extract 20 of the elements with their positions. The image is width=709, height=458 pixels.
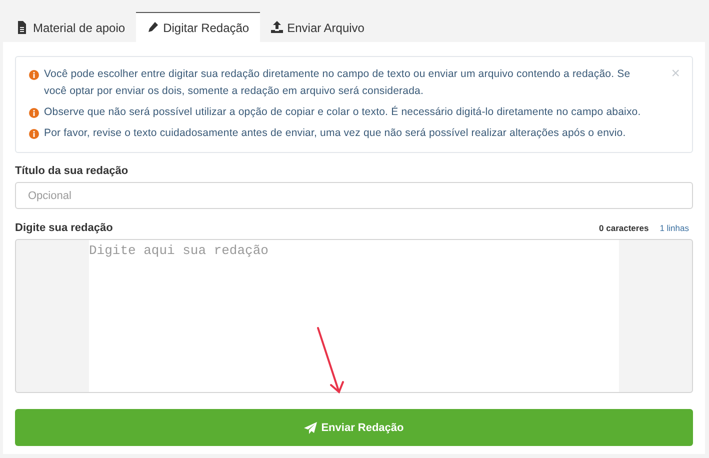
title-input[interactable]: Opcional [15, 182, 693, 209]
info-message: Você pode escolher entre digitar sua redação diretamente no campo de texto ou enviar um arquivo contendo a redação. Se você optar por enviar os dois, somente a redação em arquivo será considerada. [44, 67, 632, 99]
annotation-arrow [317, 327, 344, 394]
field-label: Título da sua redação [15, 165, 130, 177]
upload-icon [271, 21, 284, 34]
info-message: Observe que não será possível utilizar a opção de copiar e colar o texto. É necessário digitá-lo diretamente no campo abaixo. [44, 104, 641, 120]
character-count: 0 caracteres [599, 223, 649, 233]
pencil-icon [147, 21, 160, 34]
tab[interactable]: Material de apoio [6, 12, 136, 42]
info-icon [29, 129, 39, 139]
line-count: 1 linhas [660, 223, 689, 233]
tab[interactable]: Enviar Arquivo [260, 12, 376, 42]
info-icon [29, 108, 39, 118]
info-icon [29, 70, 39, 80]
tab[interactable]: Digitar Redação [136, 12, 260, 42]
document-icon [17, 21, 29, 34]
essay-text-area[interactable]: Digite aqui sua redação [89, 240, 619, 392]
field-label: Digite sua redação [15, 222, 114, 234]
send-icon [304, 422, 318, 434]
info-message: Por favor, revise o texto cuidadosamente antes de enviar, uma vez que não será possível realizar alterações após o envio. [44, 126, 626, 141]
